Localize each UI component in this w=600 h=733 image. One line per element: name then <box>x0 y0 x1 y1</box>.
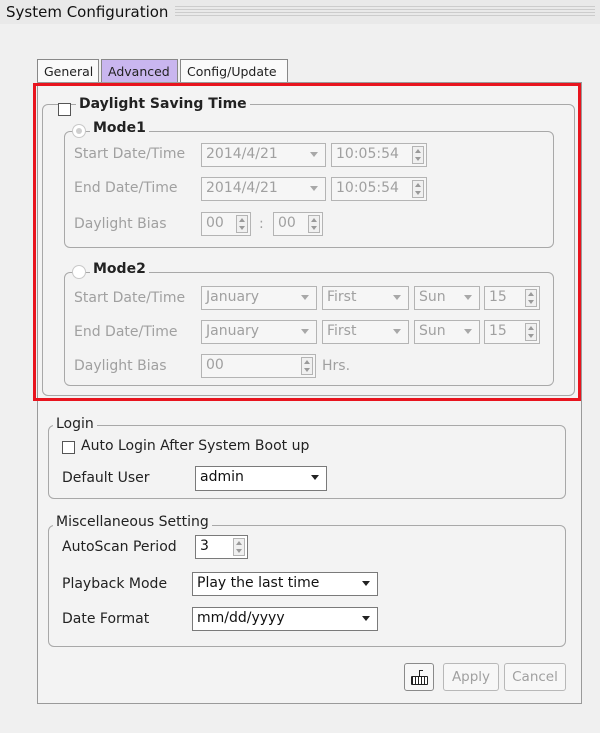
keyboard-icon <box>411 676 428 685</box>
chevron-down-icon <box>311 475 319 480</box>
autoscan-value: 3 <box>200 538 209 554</box>
default-user-label: Default User <box>62 470 150 486</box>
chevron-down-icon <box>362 616 370 621</box>
autoscan-spinbox[interactable]: 3 <box>195 535 248 559</box>
tab-config-update[interactable]: Config/Update <box>180 59 288 83</box>
autoscan-label: AutoScan Period <box>62 539 177 555</box>
keyboard-button[interactable] <box>404 663 434 691</box>
date-format-value: mm/dd/yyyy <box>197 610 285 626</box>
playback-dropdown[interactable]: Play the last time <box>192 572 378 596</box>
tab-general[interactable]: General <box>37 59 99 83</box>
login-label: Login <box>53 416 97 432</box>
misc-label: Miscellaneous Setting <box>53 514 212 530</box>
playback-label: Playback Mode <box>62 576 168 592</box>
date-format-dropdown[interactable]: mm/dd/yyyy <box>192 607 378 631</box>
playback-value: Play the last time <box>197 575 320 591</box>
default-user-dropdown[interactable]: admin <box>195 466 327 491</box>
window-title: System Configuration <box>6 3 169 21</box>
auto-login-checkbox[interactable] <box>62 441 75 454</box>
highlight-rectangle <box>33 83 581 401</box>
default-user-value: admin <box>200 469 244 485</box>
spin-arrows-icon[interactable] <box>233 538 245 556</box>
apply-button[interactable]: Apply <box>443 663 499 691</box>
date-format-label: Date Format <box>62 611 150 627</box>
auto-login-label: Auto Login After System Boot up <box>81 438 310 454</box>
cancel-button[interactable]: Cancel <box>504 663 566 691</box>
tab-advanced[interactable]: Advanced <box>101 59 178 83</box>
chevron-down-icon <box>362 581 370 586</box>
title-bar-grip <box>175 6 595 18</box>
